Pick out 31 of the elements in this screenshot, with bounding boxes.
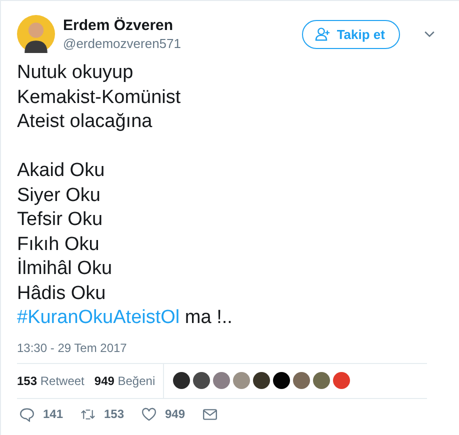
caret-icon[interactable] bbox=[424, 30, 435, 38]
avatar[interactable] bbox=[17, 15, 55, 53]
liker-avatar[interactable] bbox=[173, 372, 190, 389]
heart-icon[interactable] bbox=[141, 406, 157, 422]
hashtag-link[interactable]: #KuranOkuAteistOl bbox=[17, 307, 180, 328]
liker-avatar[interactable] bbox=[273, 372, 290, 389]
stat-link[interactable]: 949 Beğeni bbox=[94, 374, 156, 388]
tweet-text-line: Siyer Oku bbox=[17, 184, 100, 208]
tweet-text-line: Nutuk okuyup bbox=[17, 61, 134, 85]
author-name[interactable]: Erdem Özveren bbox=[63, 17, 294, 34]
reply-icon[interactable] bbox=[19, 406, 35, 422]
action-count: 141 bbox=[43, 407, 64, 421]
tweet-text-line: Tefsir Oku bbox=[17, 208, 103, 232]
follow-button[interactable]: Takip et bbox=[302, 20, 400, 48]
tweet-text-line: ma !.. bbox=[184, 307, 232, 328]
action-count: 949 bbox=[165, 407, 186, 421]
tweet-text-line: Akaid Oku bbox=[17, 159, 105, 183]
envelope-icon[interactable] bbox=[202, 406, 218, 422]
add-person-icon bbox=[314, 27, 331, 41]
action-count: 153 bbox=[104, 407, 124, 421]
stat-link[interactable]: 153 Retweet bbox=[17, 374, 84, 388]
tweet-text-line: Hâdis Oku bbox=[17, 282, 106, 306]
tweet-text-line: Ateist olacağına bbox=[17, 110, 152, 134]
liker-avatar[interactable] bbox=[193, 372, 210, 389]
liker-avatar[interactable] bbox=[253, 372, 270, 389]
author-handle[interactable]: @erdemozveren571 bbox=[63, 36, 294, 51]
tweet-text-line: Fıkıh Oku bbox=[17, 232, 100, 256]
tweet-text-line: Kemakist-Komünist bbox=[17, 86, 181, 110]
retweet-icon[interactable] bbox=[80, 406, 96, 422]
tweet-text-line: İlmihâl Oku bbox=[17, 257, 112, 281]
timestamp[interactable]: 13:30 - 29 Tem 2017 bbox=[17, 340, 443, 354]
